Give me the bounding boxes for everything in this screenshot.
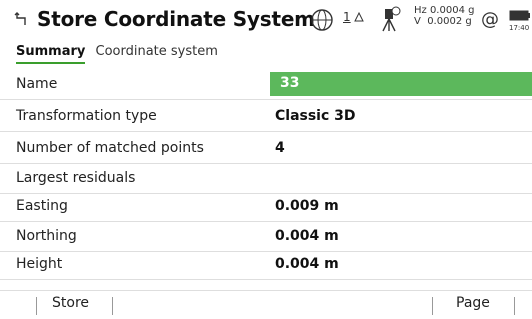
- name-field[interactable]: 33: [270, 72, 532, 96]
- name-label: Name: [16, 76, 58, 92]
- height-value: 0.004 m: [275, 256, 339, 272]
- point-count-indicator[interactable]: 1: [343, 10, 365, 24]
- transformation-type-row: Transformation type Classic 3D: [0, 102, 532, 132]
- softkey-divider: [36, 297, 37, 315]
- easting-label: Easting: [16, 198, 68, 214]
- matched-points-row: Number of matched points 4: [0, 134, 532, 164]
- easting-value: 0.009 m: [275, 198, 339, 214]
- largest-residuals-row: Largest residuals: [0, 164, 532, 194]
- northing-label: Northing: [16, 228, 77, 244]
- softkey-divider: [432, 297, 433, 315]
- page-button[interactable]: Page: [456, 295, 490, 311]
- at-icon[interactable]: @: [481, 9, 499, 30]
- transformation-type-label: Transformation type: [16, 108, 157, 124]
- instrument-icon[interactable]: [378, 6, 402, 32]
- softkey-divider: [112, 297, 113, 315]
- height-label: Height: [16, 256, 63, 272]
- hz-reading: Hz 0.0004 g: [414, 5, 475, 16]
- store-button[interactable]: Store: [52, 295, 89, 311]
- page-title: Store Coordinate System: [37, 7, 315, 31]
- matched-points-value: 4: [275, 140, 285, 156]
- tab-summary[interactable]: Summary: [16, 44, 86, 64]
- height-row: Height 0.004 m: [0, 250, 532, 280]
- clock: 17:40: [509, 24, 530, 32]
- battery-icon: [509, 10, 530, 21]
- point-count: 1: [343, 10, 351, 24]
- tab-bar: Summary Coordinate system: [16, 44, 224, 64]
- matched-points-label: Number of matched points: [16, 140, 204, 156]
- northing-row: Northing 0.004 m: [0, 222, 532, 252]
- v-reading: V 0.0002 g: [414, 16, 472, 27]
- easting-row: Easting 0.009 m: [0, 192, 532, 222]
- angle-readings: Hz 0.0004 g V 0.0002 g: [414, 5, 474, 27]
- softkey-divider: [514, 297, 515, 315]
- transformation-type-value: Classic 3D: [275, 108, 356, 124]
- name-value: 33: [280, 75, 300, 91]
- title-bar: Store Coordinate System 1 Hz 0.0004 g V …: [0, 0, 532, 40]
- gps-status-icon[interactable]: [310, 8, 334, 32]
- back-icon[interactable]: [14, 11, 28, 27]
- largest-residuals-heading: Largest residuals: [16, 170, 136, 186]
- softkey-bar: Store Page: [0, 290, 532, 319]
- northing-value: 0.004 m: [275, 228, 339, 244]
- tab-coordinate-system[interactable]: Coordinate system: [96, 44, 218, 62]
- triangle-icon: [354, 11, 365, 22]
